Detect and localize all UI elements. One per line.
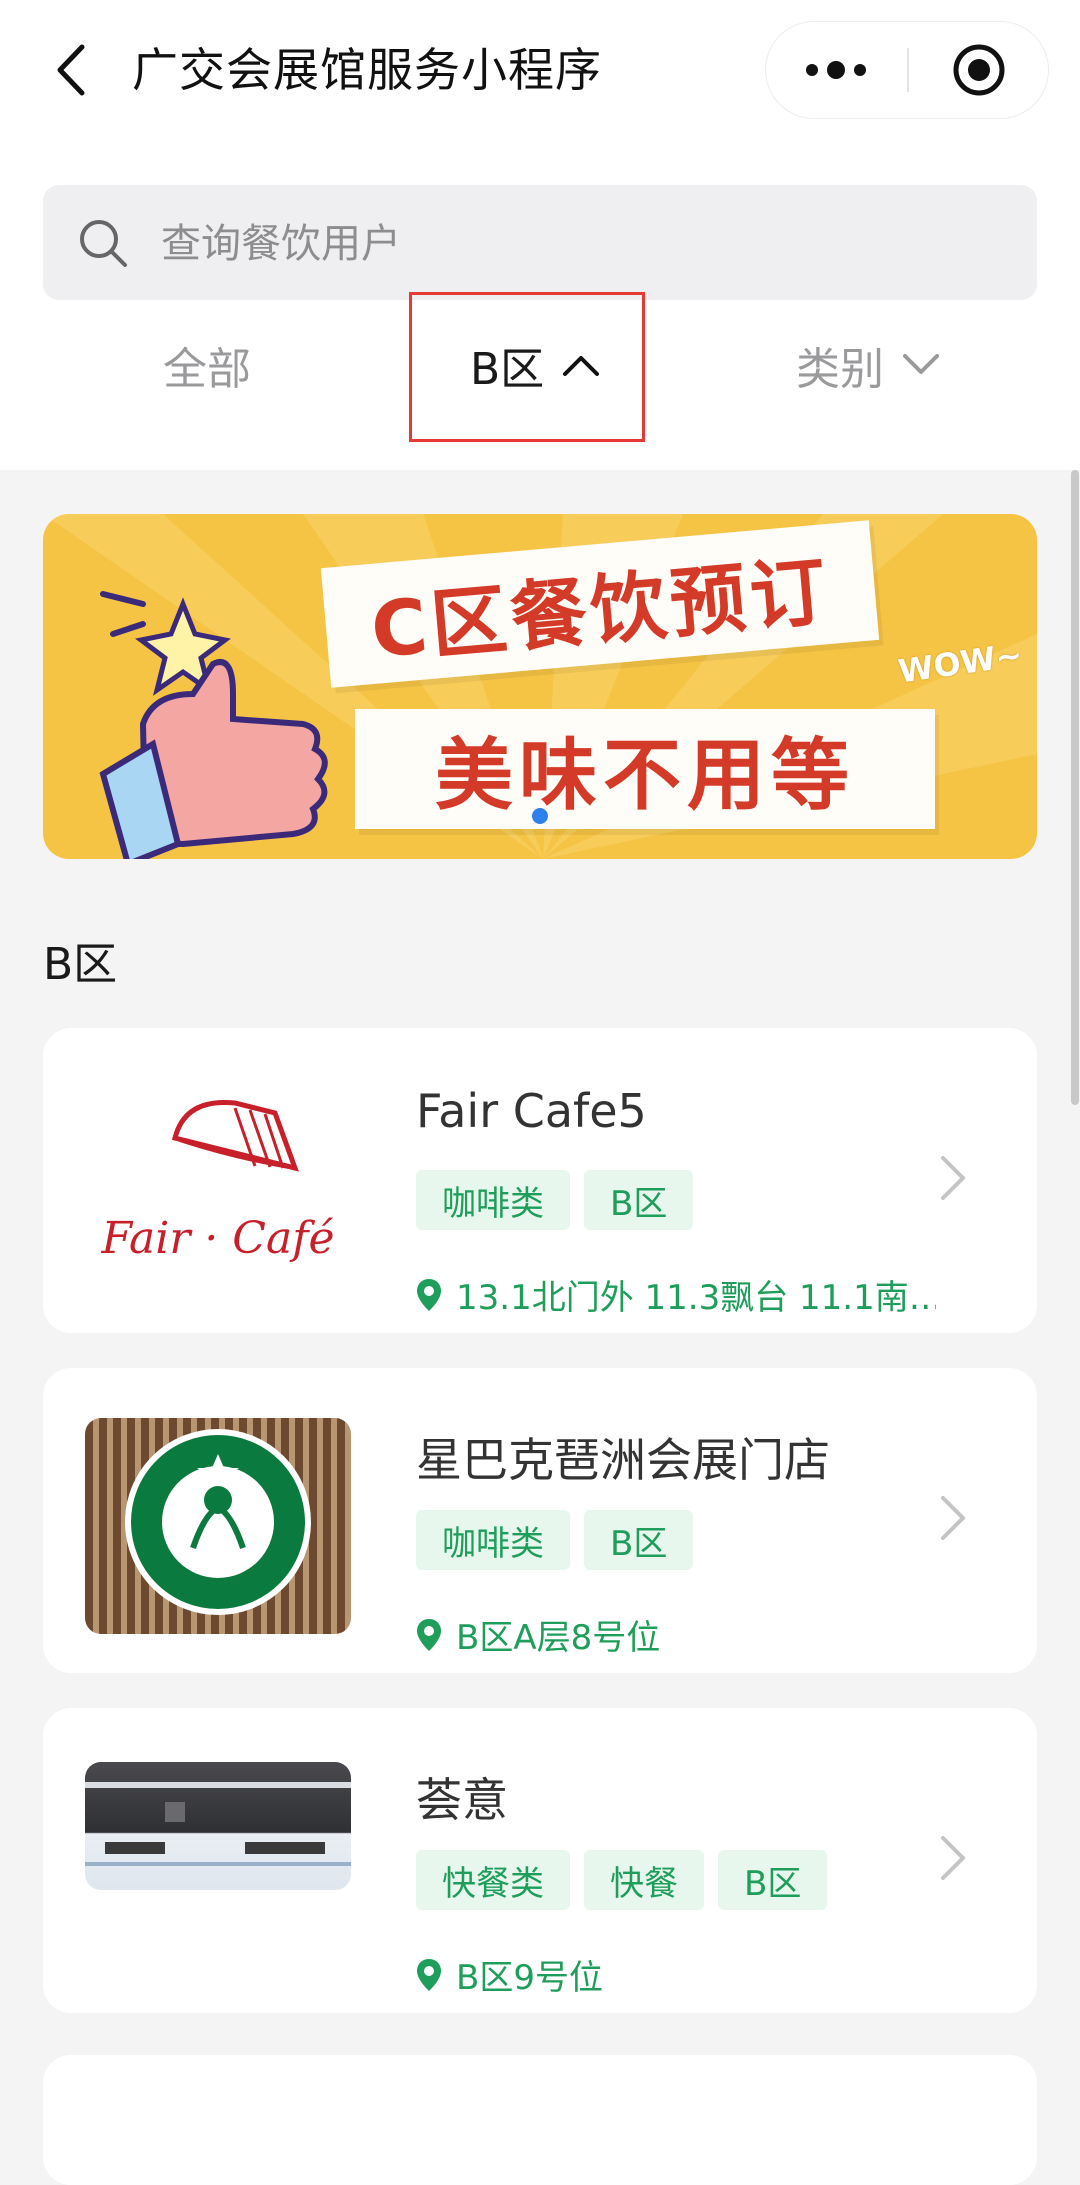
- restaurant-card[interactable]: 星巴克琶洲会展门店 咖啡类 B区 B区A层8号位: [43, 1368, 1037, 1673]
- restaurant-tags: 快餐类 快餐 B区: [416, 1850, 841, 1910]
- restaurant-card[interactable]: Fair · Café Fair Cafe5 咖啡类 B区 13.1北门外 11…: [43, 1028, 1037, 1333]
- restaurant-tag: B区: [584, 1510, 694, 1570]
- restaurant-tag: 咖啡类: [416, 1510, 570, 1570]
- search-icon: [80, 220, 127, 267]
- restaurant-tags: 咖啡类 B区: [416, 1510, 707, 1570]
- restaurant-card-partial[interactable]: [43, 2055, 1037, 2185]
- location-pin-icon: [417, 1958, 441, 1991]
- location-pin-icon: [417, 1618, 441, 1651]
- restaurant-location: B区9号位: [416, 1950, 936, 1999]
- restaurant-location: 13.1北门外 11.3飘台 11.1南…: [416, 1270, 936, 1319]
- chevron-right-icon[interactable]: [923, 1488, 983, 1548]
- filter-tab-all-label: 全部: [163, 344, 251, 395]
- close-miniprogram-button[interactable]: [909, 22, 1048, 118]
- header: 广交会展馆服务小程序 全部 B区: [0, 0, 1080, 470]
- starbucks-logo-icon: [125, 1429, 311, 1615]
- selection-highlight-box: [409, 292, 645, 442]
- section-title: B区: [43, 939, 118, 990]
- restaurant-tag: 快餐类: [416, 1850, 570, 1910]
- fair-cafe-logo-text: Fair · Café: [100, 1213, 334, 1264]
- fair-cafe-logo-icon: Fair · Café: [100, 1099, 335, 1264]
- restaurant-name: 星巴克琶洲会展门店: [416, 1433, 830, 1487]
- restaurant-tag: B区: [718, 1850, 828, 1910]
- search-input[interactable]: [159, 185, 1003, 302]
- filter-tab-category-label: 类别: [796, 344, 884, 395]
- restaurant-location-text: B区9号位: [456, 1958, 603, 1998]
- restaurant-card[interactable]: 荟意 快餐类 快餐 B区 B区9号位: [43, 1708, 1037, 2013]
- restaurant-tag: 咖啡类: [416, 1170, 570, 1230]
- miniprogram-capsule: [766, 22, 1048, 118]
- filter-tab-all[interactable]: 全部: [163, 320, 251, 410]
- page-title: 广交会展馆服务小程序: [132, 43, 602, 97]
- restaurant-tags: 咖啡类 B区: [416, 1170, 707, 1230]
- chevron-down-icon: [903, 354, 939, 374]
- restaurant-location: B区A层8号位: [416, 1610, 936, 1659]
- restaurant-logo: Fair · Café: [85, 1078, 351, 1294]
- chevron-right-icon[interactable]: [923, 1148, 983, 1208]
- back-button[interactable]: [40, 40, 100, 100]
- restaurant-location-text: 13.1北门外 11.3飘台 11.1南…: [456, 1278, 936, 1318]
- target-close-icon: [953, 44, 1004, 96]
- restaurant-location-text: B区A层8号位: [456, 1618, 661, 1658]
- location-pin-icon: [417, 1278, 441, 1311]
- restaurant-tag: B区: [584, 1170, 694, 1230]
- back-arrow-icon: [57, 44, 85, 96]
- more-button[interactable]: [766, 22, 906, 118]
- search-bar[interactable]: [43, 185, 1037, 302]
- restaurant-tag: 快餐: [584, 1850, 704, 1910]
- restaurant-photo: [85, 1762, 351, 1890]
- filter-tab-category[interactable]: 类别: [796, 320, 940, 410]
- restaurant-photo: [85, 1418, 351, 1634]
- storefront-photo-icon: [85, 1782, 351, 1866]
- more-dots-icon: [806, 61, 866, 79]
- chevron-right-icon[interactable]: [923, 1828, 983, 1888]
- banner-indicator-dot[interactable]: [532, 808, 548, 824]
- restaurant-name: Fair Cafe5: [416, 1084, 647, 1138]
- banner-subtitle: 美味不用等: [355, 709, 935, 829]
- scrollbar[interactable]: [1071, 470, 1079, 1105]
- restaurant-name: 荟意: [416, 1773, 508, 1827]
